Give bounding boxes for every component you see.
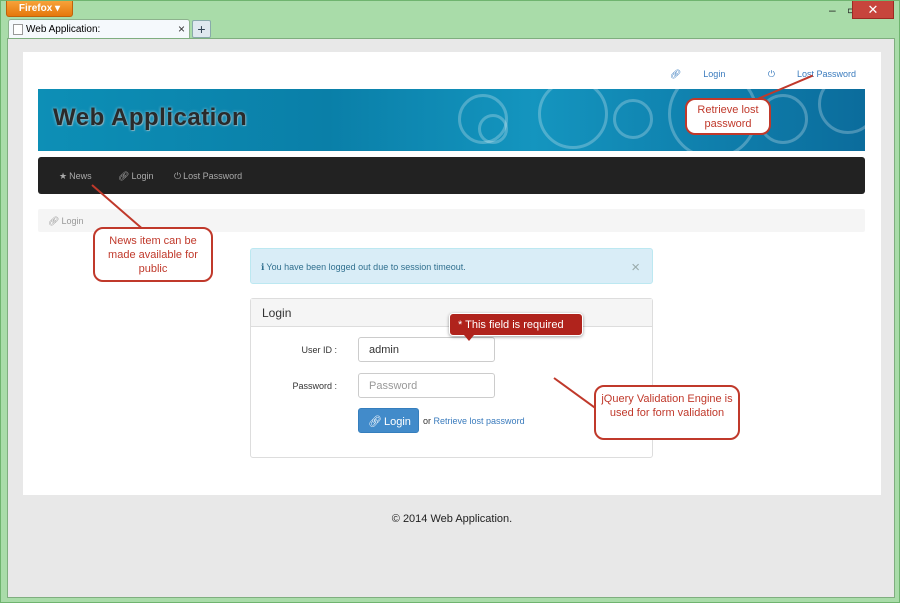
nav-lost-password-label: Lost Password: [183, 171, 243, 181]
footer: © 2014 Web Application.: [391, 513, 513, 525]
alert-close-icon[interactable]: ×: [631, 259, 640, 276]
login-button[interactable]: 🔗︎ Login: [358, 408, 419, 433]
alert-message: You have been logged out due to session …: [266, 262, 466, 272]
top-login-label: Login: [703, 69, 726, 79]
login-button-label: Login: [383, 416, 411, 428]
password-label: Password :: [292, 381, 337, 391]
annotation-news: News item can be made available for publ…: [93, 227, 213, 282]
link-icon: 🔗︎: [368, 416, 382, 428]
nav-login-label: Login: [131, 171, 154, 181]
top-lost-password-link[interactable]: ⏻ Lost Password: [748, 69, 856, 79]
link-icon: 🔗︎: [669, 69, 682, 79]
banner-decoration: [538, 89, 608, 149]
link-icon: 🔗︎: [118, 171, 130, 181]
password-input[interactable]: Password: [358, 373, 495, 398]
top-login-link[interactable]: 🔗︎ Login: [650, 69, 725, 79]
new-tab-button[interactable]: +: [192, 20, 211, 38]
nav-item-news[interactable]: ★ News: [59, 171, 92, 182]
breadcrumb-current: Login: [61, 216, 84, 226]
power-icon: ⏻: [767, 69, 775, 79]
or-text: or: [423, 416, 432, 426]
alternative-text: or Retrieve lost password: [423, 416, 525, 426]
firefox-menu-button[interactable]: Firefox ▾: [6, 1, 73, 17]
nav-item-login[interactable]: 🔗︎ Login: [118, 171, 153, 182]
close-window-button[interactable]: ✕: [852, 1, 894, 19]
page-icon: [13, 24, 23, 35]
annotation-retrieve: Retrieve lost password: [685, 98, 771, 135]
retrieve-password-link[interactable]: Retrieve lost password: [434, 416, 525, 426]
minimize-icon[interactable]: ‒: [829, 3, 836, 17]
session-timeout-alert: ℹ You have been logged out due to session…: [250, 248, 653, 284]
tab-title: Web Application:: [26, 24, 101, 35]
power-icon: ⏻: [174, 171, 182, 181]
info-icon: ℹ: [261, 262, 265, 272]
validation-tooltip: * This field is required: [449, 313, 583, 341]
star-icon: ★: [59, 171, 68, 181]
user-id-label: User ID :: [301, 345, 337, 355]
banner-decoration: [818, 89, 865, 134]
user-id-input[interactable]: admin: [358, 337, 495, 362]
nav-item-lost-password[interactable]: ⏻ Lost Password: [174, 171, 242, 182]
link-icon: 🔗︎: [48, 216, 60, 226]
banner-decoration: [613, 99, 653, 139]
browser-tab[interactable]: Web Application: ×: [8, 19, 190, 39]
nav-news-label: News: [69, 171, 92, 181]
annotation-jquery: jQuery Validation Engine is used for for…: [594, 385, 740, 440]
banner-title: Web Application: [53, 104, 248, 131]
top-links: 🔗︎ Login ⏻ Lost Password: [630, 69, 856, 80]
tab-close-icon[interactable]: ×: [178, 22, 185, 36]
navbar: ★ News 🔗︎ Login ⏻ Lost Password: [38, 157, 865, 194]
browser-window: Firefox ▾ ‒ ▭ ✕ Web Application: × + 🔗︎L…: [0, 0, 900, 603]
banner-decoration: [478, 114, 508, 144]
